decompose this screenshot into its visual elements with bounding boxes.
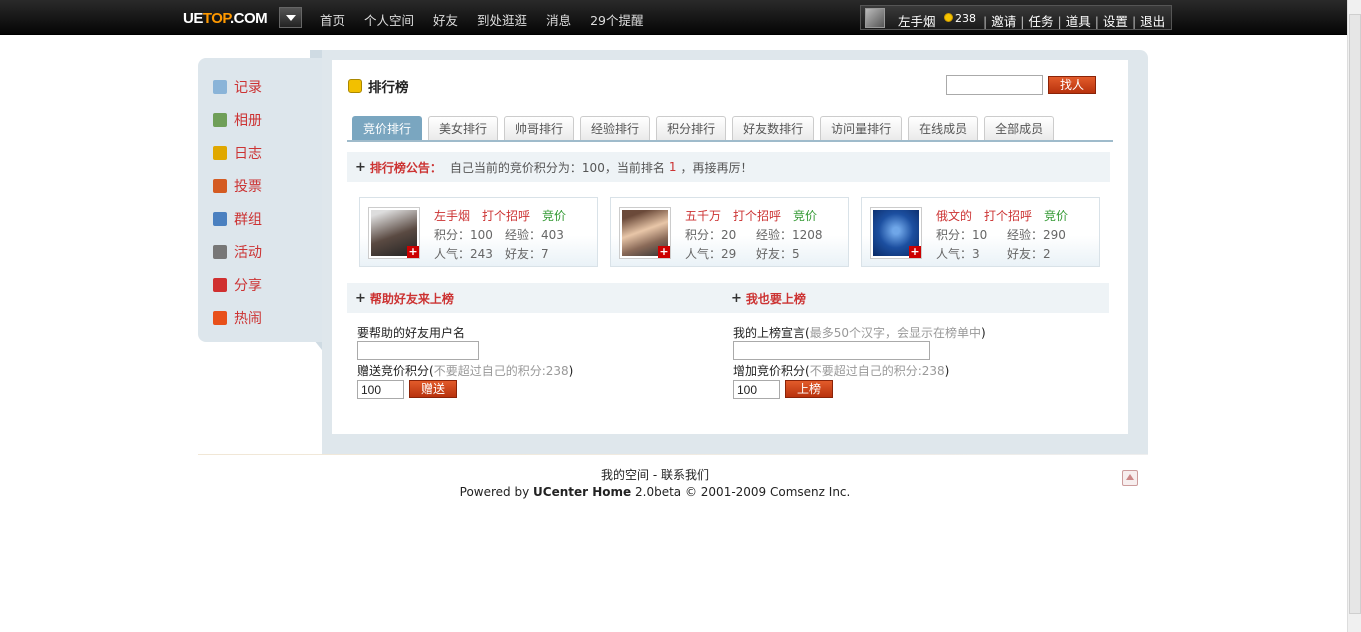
gift-button[interactable]: 赠送 [409, 380, 457, 398]
tab-beauty-ranking[interactable]: 美女排行 [428, 116, 499, 140]
photo-album-icon [213, 112, 227, 127]
user-links: | 邀请 | 任务 | 道具 | 设置 | 退出 [983, 14, 1166, 29]
member-avatar[interactable]: + [870, 207, 922, 259]
member-name[interactable]: 俄文的 [936, 209, 972, 223]
ranking-card: + 五千万 打个招呼 竞价 积分：20 经验：1208 人气：29 好友：5 [610, 197, 849, 267]
link-tasks[interactable]: 任务 [1028, 14, 1053, 29]
bid-link[interactable]: 竞价 [542, 209, 566, 223]
greet-link[interactable]: 打个招呼 [984, 209, 1032, 223]
motto-input[interactable] [733, 341, 930, 360]
gift-credits-input[interactable] [357, 380, 404, 399]
tab-handsome-ranking[interactable]: 帅哥排行 [504, 116, 575, 140]
tab-bid-ranking[interactable]: 竞价排行 [352, 116, 423, 140]
friend-username-label: 要帮助的好友用户名 [357, 326, 466, 340]
plus-icon: + [355, 290, 366, 306]
nav-home[interactable]: 首页 [320, 10, 345, 29]
find-people-button[interactable]: 找人 [1048, 76, 1096, 94]
ranking-card: + 俄文的 打个招呼 竞价 积分：10 经验：290 人气：3 好友：2 [861, 197, 1100, 267]
coin-icon [944, 13, 953, 22]
plus-icon: + [355, 159, 366, 175]
join-ranking-button[interactable]: 上榜 [785, 380, 833, 398]
notebook-icon [213, 145, 227, 160]
bid-link[interactable]: 竞价 [1044, 209, 1068, 223]
sidebar-item-groups[interactable]: 群组 [198, 202, 322, 235]
sidebar-item-album[interactable]: 相册 [198, 103, 322, 136]
scrollbar-thumb[interactable] [1349, 14, 1361, 614]
help-friend-header: + 帮助好友来上榜 [347, 283, 727, 313]
user-credits: 238 [955, 12, 976, 25]
nav-friends[interactable]: 好友 [433, 10, 458, 29]
greet-link[interactable]: 打个招呼 [733, 209, 781, 223]
ranking-icon [348, 79, 362, 93]
join-ranking-header: + 我也要上榜 [723, 283, 1109, 313]
tab-all-members[interactable]: 全部成员 [984, 116, 1055, 140]
top-navigation-bar: UETOP.COM 首页 个人空间 好友 到处逛逛 消息 29个提醒 左手烟 2… [0, 0, 1347, 35]
back-to-top-icon[interactable] [1122, 470, 1138, 486]
sidebar-item-records[interactable]: 记录 [198, 70, 322, 103]
tab-online-members[interactable]: 在线成员 [908, 116, 979, 140]
bid-link[interactable]: 竞价 [793, 209, 817, 223]
sidebar-item-events[interactable]: 活动 [198, 235, 322, 268]
add-friend-icon[interactable]: + [407, 246, 419, 258]
link-settings[interactable]: 设置 [1103, 14, 1128, 29]
speech-bubble-icon [213, 79, 227, 94]
page-title: 排行榜 [348, 76, 409, 96]
member-avatar[interactable]: + [619, 207, 671, 259]
link-props[interactable]: 道具 [1066, 14, 1091, 29]
ranking-tabs: 竞价排行 美女排行 帅哥排行 经验排行 积分排行 好友数排行 访问量排行 在线成… [352, 116, 1060, 140]
member-name[interactable]: 左手烟 [434, 209, 470, 223]
hearts-icon [213, 277, 227, 292]
sidebar-item-share[interactable]: 分享 [198, 268, 322, 301]
ranking-notice: + 排行榜公告： 自己当前的竞价积分为：100，当前排名 1 ，再接再厉！ [347, 152, 1110, 182]
add-friend-icon[interactable]: + [909, 246, 921, 258]
nav-browse[interactable]: 到处逛逛 [477, 10, 527, 29]
nav-personal-space[interactable]: 个人空间 [364, 10, 414, 29]
link-logout[interactable]: 退出 [1140, 14, 1165, 29]
user-avatar[interactable] [865, 8, 885, 28]
user-box: 左手烟 238 | 邀请 | 任务 | 道具 | 设置 | 退出 [860, 5, 1172, 30]
vertical-scrollbar[interactable] [1347, 0, 1361, 632]
bar-chart-icon [213, 178, 227, 193]
app-sidebar: 记录 相册 日志 投票 群组 活动 分享 热闹 [198, 58, 322, 342]
footer-links[interactable]: 我的空间 - 联系我们 [0, 466, 1310, 483]
plus-icon: + [731, 290, 742, 306]
gift-credits-label: 赠送竞价积分(不要超过自己的积分:238) [357, 364, 574, 378]
ranking-card: + 左手烟 打个招呼 竞价 积分：100 经验：403 人气：243 好友：7 [359, 197, 598, 267]
motto-label: 我的上榜宣言(最多50个汉字，会显示在榜单中) [733, 326, 986, 340]
add-credits-label: 增加竞价积分(不要超过自己的积分:238) [733, 364, 950, 378]
user-name[interactable]: 左手烟 [898, 11, 936, 30]
greet-link[interactable]: 打个招呼 [482, 209, 530, 223]
nav-messages[interactable]: 消息 [546, 10, 571, 29]
footer-copyright: Powered by UCenter Home 2.0beta © 2001-2… [459, 485, 851, 499]
link-invite[interactable]: 邀请 [991, 14, 1016, 29]
sidebar-item-blog[interactable]: 日志 [198, 136, 322, 169]
tab-visits-ranking[interactable]: 访问量排行 [820, 116, 903, 140]
tab-underline [347, 140, 1113, 142]
group-icon [213, 211, 227, 226]
add-credits-input[interactable] [733, 380, 780, 399]
find-people-input[interactable] [946, 75, 1043, 95]
member-avatar[interactable]: + [368, 207, 420, 259]
site-menu-dropdown-button[interactable] [279, 7, 302, 28]
tab-friends-ranking[interactable]: 好友数排行 [732, 116, 815, 140]
site-logo[interactable]: UETOP.COM [183, 10, 268, 27]
friend-username-input[interactable] [357, 341, 479, 360]
add-friend-icon[interactable]: + [658, 246, 670, 258]
footer-divider [198, 454, 1148, 455]
sidebar-item-hot[interactable]: 热闹 [198, 301, 322, 334]
sidebar-item-poll[interactable]: 投票 [198, 169, 322, 202]
calendar-icon [213, 244, 227, 259]
nav-notifications[interactable]: 29个提醒 [590, 10, 643, 29]
tab-credits-ranking[interactable]: 积分排行 [656, 116, 727, 140]
member-name[interactable]: 五千万 [685, 209, 721, 223]
flame-icon [213, 310, 227, 325]
main-nav: 首页 个人空间 好友 到处逛逛 消息 29个提醒 [320, 10, 662, 29]
tab-experience-ranking[interactable]: 经验排行 [580, 116, 651, 140]
